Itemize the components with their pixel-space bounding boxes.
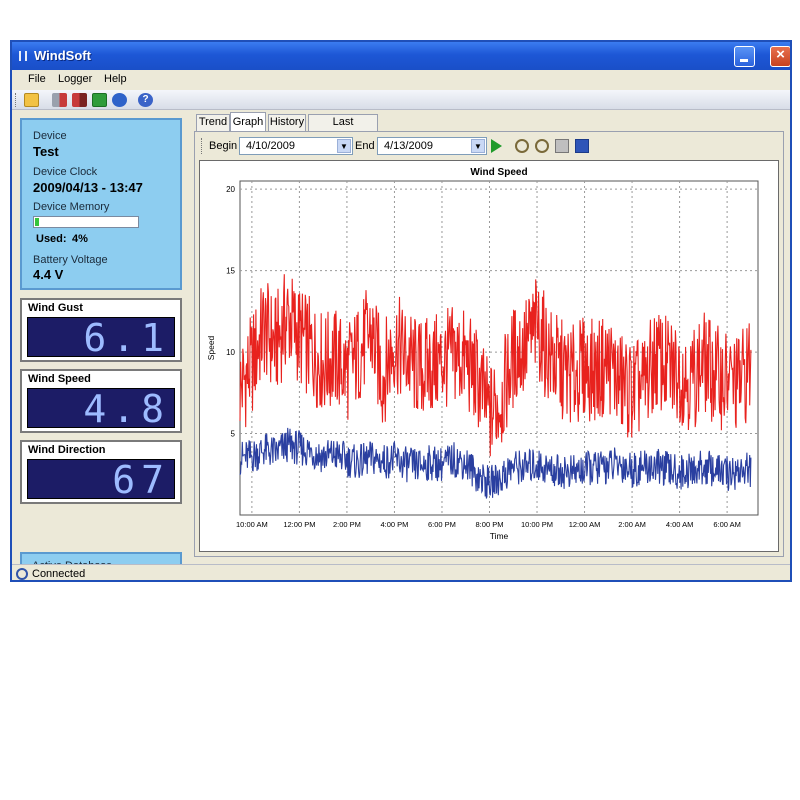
- status-bar: Connected: [12, 564, 790, 580]
- menu-file[interactable]: File: [28, 73, 46, 85]
- device-clock-value: 2009/04/13 - 13:47: [33, 180, 143, 195]
- tab-graph[interactable]: Graph: [230, 112, 266, 132]
- chart-svg: Wind Speed 5 10 15 20 10:00 AM 12:00 PM 2:00 PM…: [206, 167, 759, 541]
- memory-progress-fill: [35, 218, 40, 226]
- tab-last-download[interactable]: Last Download: [308, 114, 378, 143]
- tab-history[interactable]: History: [268, 114, 306, 131]
- begin-label: Begin: [209, 140, 238, 152]
- x-tick-label: 2:00 AM: [618, 520, 646, 529]
- menu-help[interactable]: Help: [104, 73, 127, 85]
- close-button[interactable]: ×: [770, 46, 790, 67]
- y-tick-label: 10: [226, 348, 235, 357]
- y-tick-label: 15: [226, 267, 235, 276]
- print-icon[interactable]: [555, 139, 569, 153]
- menu-bar: File Logger Help: [12, 70, 790, 90]
- status-text: Connected: [32, 568, 86, 580]
- export-icon[interactable]: [72, 93, 87, 107]
- device-value: Test: [33, 144, 59, 159]
- memory-used-value: 4%: [72, 233, 88, 245]
- menu-logger[interactable]: Logger: [58, 73, 92, 85]
- gauge-title: Wind Gust: [28, 302, 83, 314]
- lcd-display: 4.8: [27, 387, 175, 431]
- y-tick-label: 20: [226, 185, 235, 194]
- device-info-panel: Device Test Device Clock 2009/04/13 - 13…: [20, 118, 182, 290]
- connection-icon: [16, 568, 28, 580]
- gear-icon[interactable]: [112, 93, 127, 107]
- minimize-icon: [740, 59, 748, 62]
- wind-direction-gauge: Wind Direction 67: [20, 440, 182, 504]
- import-icon[interactable]: [52, 93, 67, 107]
- play-icon[interactable]: [491, 139, 502, 153]
- begin-date-picker[interactable]: 4/10/2009 ▼: [239, 137, 353, 155]
- title-bar[interactable]: WindSoft ×: [12, 42, 790, 70]
- minimize-button[interactable]: [734, 46, 755, 67]
- zoom-out-icon[interactable]: [535, 139, 549, 153]
- y-tick-label: 5: [231, 430, 236, 439]
- main-toolbar: ?: [12, 90, 790, 110]
- gauge-title: Wind Direction: [28, 444, 106, 456]
- battery-value: 4.4 V: [33, 267, 64, 282]
- gauge-value: 67: [112, 458, 170, 502]
- memory-used-label: Used:: [36, 233, 67, 245]
- gauge-title: Wind Speed: [28, 373, 91, 385]
- wind-speed-chart: Wind Speed 5 10 15 20 10:00 AM 12:00 PM 2:00 PM…: [199, 160, 779, 552]
- add-icon[interactable]: [92, 93, 107, 107]
- x-tick-label: 12:00 PM: [283, 520, 315, 529]
- wind-gust-gauge: Wind Gust 6.1: [20, 298, 182, 362]
- wind-speed-gauge: Wind Speed 4.8: [20, 369, 182, 433]
- chevron-down-icon[interactable]: ▼: [471, 139, 485, 153]
- save-icon[interactable]: [575, 139, 589, 153]
- end-label: End: [355, 140, 375, 152]
- date-range-toolbar: Begin 4/10/2009 ▼ End 4/13/2009 ▼: [199, 135, 779, 157]
- chart-title: Wind Speed: [470, 167, 527, 178]
- window-title: WindSoft: [34, 48, 91, 63]
- zoom-in-icon[interactable]: [515, 139, 529, 153]
- x-tick-label: 4:00 PM: [380, 520, 408, 529]
- app-window: WindSoft × File Logger Help ? Device Tes…: [10, 40, 792, 582]
- y-axis-label: Speed: [206, 335, 216, 360]
- end-date-picker[interactable]: 4/13/2009 ▼: [377, 137, 487, 155]
- x-tick-label: 8:00 PM: [476, 520, 504, 529]
- gust-series-line: [239, 274, 752, 457]
- x-tick-label: 4:00 AM: [666, 520, 694, 529]
- memory-progress-bar: [33, 216, 139, 228]
- gauge-value: 6.1: [83, 316, 170, 360]
- device-label: Device: [33, 130, 67, 142]
- lcd-display: 6.1: [27, 316, 175, 360]
- gauge-value: 4.8: [83, 387, 170, 431]
- device-clock-label: Device Clock: [33, 166, 98, 178]
- close-icon: ×: [776, 46, 785, 63]
- battery-label: Battery Voltage: [33, 254, 108, 266]
- tab-trend[interactable]: Trend: [196, 114, 230, 131]
- help-icon[interactable]: ?: [138, 93, 153, 107]
- end-date-value: 4/13/2009: [384, 140, 433, 152]
- open-folder-icon[interactable]: [24, 93, 39, 107]
- x-tick-label: 10:00 AM: [236, 520, 268, 529]
- toolbar-grip[interactable]: [15, 93, 18, 107]
- chevron-down-icon[interactable]: ▼: [337, 139, 351, 153]
- graph-tab-content: Begin 4/10/2009 ▼ End 4/13/2009 ▼ Wind S…: [194, 131, 784, 557]
- x-tick-label: 6:00 AM: [713, 520, 741, 529]
- app-icon: [19, 51, 27, 61]
- x-tick-label: 10:00 PM: [521, 520, 553, 529]
- x-tick-label: 6:00 PM: [428, 520, 456, 529]
- x-tick-label: 2:00 PM: [333, 520, 361, 529]
- device-memory-label: Device Memory: [33, 201, 110, 213]
- speed-series-line: [239, 427, 752, 499]
- lcd-display: 67: [27, 458, 175, 502]
- begin-date-value: 4/10/2009: [246, 140, 295, 152]
- toolbar-grip[interactable]: [201, 138, 202, 154]
- x-axis-label: Time: [490, 531, 509, 541]
- x-tick-label: 12:00 AM: [569, 520, 601, 529]
